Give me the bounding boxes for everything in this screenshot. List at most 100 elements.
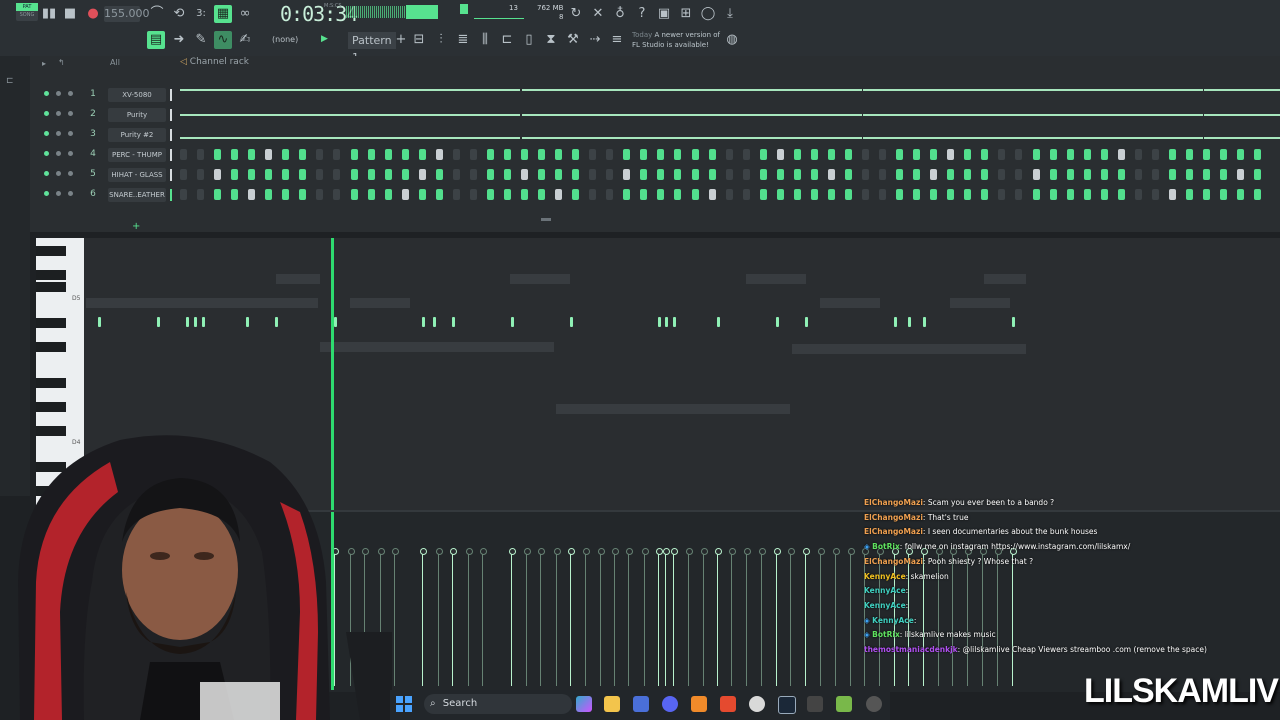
note[interactable] (186, 317, 189, 327)
step-button[interactable] (538, 149, 546, 160)
channel-vol-knob[interactable] (68, 191, 73, 196)
step-button[interactable] (521, 169, 528, 180)
step-button[interactable] (930, 189, 938, 200)
step-button[interactable] (879, 149, 887, 160)
velocity-handle[interactable] (626, 548, 633, 555)
update-notice[interactable]: Today A newer version of FL Studio is av… (632, 30, 720, 50)
step-button[interactable] (964, 189, 972, 200)
step-button[interactable] (896, 169, 904, 180)
note[interactable] (334, 317, 337, 327)
refresh-icon[interactable]: ↻ (567, 5, 585, 23)
step-button[interactable] (1185, 149, 1193, 160)
velocity-bar[interactable] (774, 548, 781, 686)
windows-start-icon[interactable] (396, 696, 412, 712)
velocity-bar[interactable] (392, 548, 399, 686)
step-button[interactable] (964, 149, 972, 160)
export-icon[interactable]: ⊞ (677, 5, 695, 23)
step-button[interactable] (725, 169, 733, 180)
velocity-bar[interactable] (788, 548, 795, 686)
step-button[interactable] (452, 189, 460, 200)
step-button[interactable] (640, 169, 648, 180)
step-button[interactable] (248, 189, 256, 200)
velocity-bar[interactable] (642, 548, 649, 686)
step-button[interactable] (1237, 169, 1245, 180)
step-button[interactable] (742, 149, 750, 160)
download-icon[interactable]: ⤓ (721, 5, 739, 23)
step-button[interactable] (452, 169, 460, 180)
step-button[interactable] (1083, 149, 1091, 160)
step-button[interactable] (810, 189, 818, 200)
note[interactable] (894, 317, 897, 327)
step-button[interactable] (1066, 169, 1074, 180)
velocity-handle[interactable] (715, 548, 722, 555)
step-button[interactable] (896, 149, 904, 160)
save-icon[interactable]: ▣ (655, 5, 673, 23)
wrench-icon[interactable]: ⚒ (564, 31, 582, 49)
step-button[interactable] (1168, 169, 1176, 180)
step-button[interactable] (964, 169, 972, 180)
velocity-handle[interactable] (524, 548, 531, 555)
step-button[interactable] (759, 149, 767, 160)
browser-icon[interactable]: ⊏ (498, 31, 516, 49)
step-button[interactable] (606, 189, 614, 200)
step-button[interactable] (1185, 189, 1193, 200)
channel-select-indicator[interactable] (170, 89, 172, 101)
velocity-bar[interactable] (818, 548, 825, 686)
step-button[interactable] (350, 169, 358, 180)
step-button[interactable] (214, 169, 222, 180)
step-button[interactable] (248, 149, 256, 160)
step-button[interactable] (913, 189, 921, 200)
step-button[interactable] (299, 169, 307, 180)
black-key[interactable] (36, 318, 66, 328)
step-button[interactable] (759, 169, 767, 180)
plugin-icon[interactable]: ⧗ (542, 31, 560, 49)
step-button[interactable] (742, 169, 750, 180)
note[interactable] (422, 317, 425, 327)
step-button[interactable] (1032, 169, 1040, 180)
taskbar-search[interactable]: ⌕ Search (424, 694, 572, 714)
step-button[interactable] (452, 149, 460, 160)
step-button[interactable] (197, 149, 205, 160)
step-button[interactable] (316, 149, 324, 160)
channel-name-button[interactable]: HIHAT - GLASS (108, 168, 166, 182)
step-button[interactable] (1254, 149, 1262, 160)
velocity-bar[interactable] (759, 548, 766, 686)
step-button[interactable] (1203, 189, 1210, 200)
note[interactable] (433, 317, 436, 327)
step-button[interactable] (316, 169, 324, 180)
step-button[interactable] (1015, 169, 1023, 180)
step-button[interactable] (742, 189, 750, 200)
note[interactable] (202, 317, 205, 327)
note[interactable] (246, 317, 249, 327)
velocity-handle[interactable] (686, 548, 693, 555)
channel-select-indicator[interactable] (170, 129, 172, 141)
step-button[interactable] (486, 169, 494, 180)
step-button[interactable] (1100, 189, 1108, 200)
channel-name-button[interactable]: Purity (108, 108, 166, 122)
step-button[interactable] (555, 189, 563, 200)
step-button[interactable] (350, 149, 358, 160)
note[interactable] (194, 317, 197, 327)
velocity-handle[interactable] (803, 548, 810, 555)
step-button[interactable] (708, 169, 716, 180)
step-button[interactable] (844, 189, 852, 200)
velocity-bar[interactable] (744, 548, 751, 686)
velocity-bar[interactable] (803, 548, 810, 686)
piano-roll-icon[interactable]: ⫼ (476, 31, 494, 49)
velocity-bar[interactable] (509, 548, 516, 686)
velocity-bar[interactable] (524, 548, 531, 686)
velocity-handle[interactable] (642, 548, 649, 555)
step-button[interactable] (1185, 169, 1193, 180)
step-button[interactable] (316, 189, 324, 200)
step-button[interactable] (674, 149, 682, 160)
black-key[interactable] (36, 246, 66, 256)
step-button[interactable] (333, 189, 341, 200)
countdown-icon[interactable]: 3: (192, 5, 210, 23)
channel-mute-knob[interactable] (44, 191, 49, 196)
step-button[interactable] (998, 189, 1006, 200)
velocity-bar[interactable] (848, 548, 855, 686)
velocity-bar[interactable] (701, 548, 708, 686)
velocity-bar[interactable] (420, 548, 427, 686)
step-button[interactable] (776, 149, 784, 160)
velocity-bar[interactable] (450, 548, 457, 686)
